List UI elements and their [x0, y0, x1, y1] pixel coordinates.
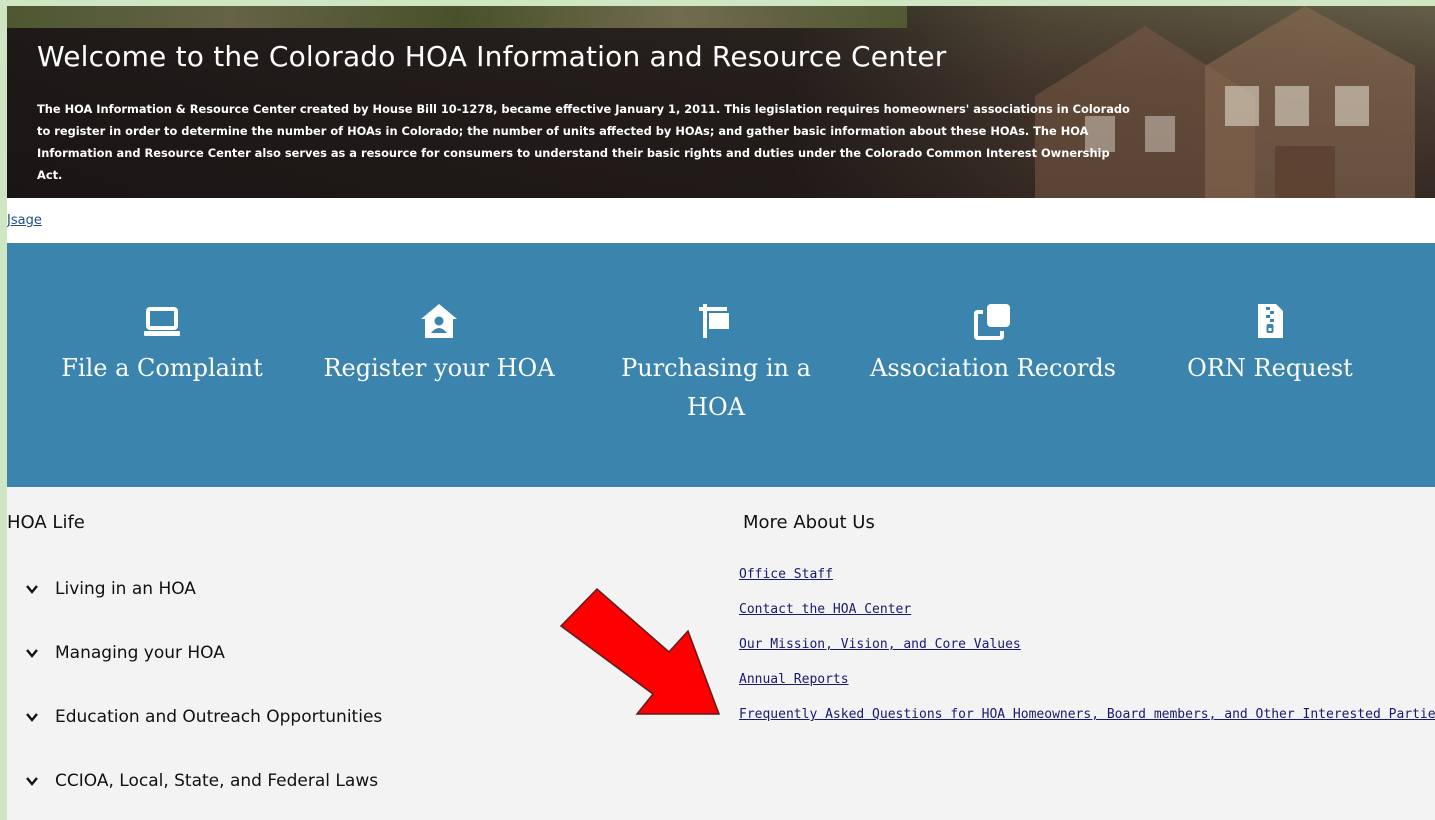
- usage-bar: [7, 198, 1435, 243]
- link-contact-hoa-center[interactable]: Contact the HOA Center: [739, 602, 911, 617]
- accordion-label: Living in an HOA: [55, 579, 196, 599]
- chevron-down-icon: [26, 713, 38, 722]
- laptop-icon: [144, 307, 180, 336]
- page-title: Welcome to the Colorado HOA Information …: [37, 40, 947, 73]
- tile-label: Register your HOA: [323, 354, 555, 382]
- home-user-icon: [421, 304, 457, 338]
- hoa-life-heading: HOA Life: [7, 512, 85, 533]
- sign-post-icon: [699, 304, 729, 338]
- tile-label: File a Complaint: [61, 354, 263, 382]
- chevron-down-icon: [26, 777, 38, 786]
- hero-trees-backdrop: [7, 6, 907, 28]
- tile-label: ORN Request: [1187, 354, 1353, 382]
- chevron-down-icon: [26, 585, 38, 594]
- tile-association-records[interactable]: Association Records: [868, 301, 1118, 388]
- red-arrow-annotation: [559, 587, 721, 715]
- accordion-label: Education and Outreach Opportunities: [55, 707, 383, 727]
- accordion-living-in-hoa[interactable]: Living in an HOA: [25, 579, 196, 599]
- more-about-heading: More About Us: [743, 512, 875, 533]
- link-office-staff[interactable]: Office Staff: [739, 567, 833, 582]
- accordion-label: CCIOA, Local, State, and Federal Laws: [55, 771, 379, 791]
- tile-label: Purchasing in a HOA: [621, 354, 811, 421]
- zip-file-icon: [1258, 304, 1283, 338]
- accordion-label: Managing your HOA: [55, 643, 225, 663]
- tile-orn-request[interactable]: ORN Request: [1145, 301, 1395, 388]
- accordion-education-outreach[interactable]: Education and Outreach Opportunities: [25, 707, 382, 727]
- accordion-managing-hoa[interactable]: Managing your HOA: [25, 643, 225, 663]
- link-mission-vision[interactable]: Our Mission, Vision, and Core Values: [739, 637, 1021, 652]
- tile-file-complaint[interactable]: File a Complaint: [37, 301, 287, 388]
- page: Welcome to the Colorado HOA Information …: [7, 6, 1435, 820]
- usage-link[interactable]: Jsage: [7, 213, 42, 228]
- accordion-laws[interactable]: CCIOA, Local, State, and Federal Laws: [25, 771, 378, 791]
- tile-register-hoa[interactable]: Register your HOA: [314, 301, 564, 388]
- quick-links-band: File a Complaint Register your HOA Purch…: [7, 243, 1435, 487]
- copy-icon: [974, 304, 1010, 340]
- link-annual-reports[interactable]: Annual Reports: [739, 672, 849, 687]
- hero-banner: Welcome to the Colorado HOA Information …: [7, 6, 1435, 198]
- hero-description: The HOA Information & Resource Center cr…: [37, 102, 1130, 182]
- tile-label: Association Records: [869, 354, 1116, 382]
- chevron-down-icon: [26, 649, 38, 658]
- tile-purchasing-hoa[interactable]: Purchasing in a HOA: [591, 301, 841, 427]
- link-faq[interactable]: Frequently Asked Questions for HOA Homeo…: [739, 707, 1435, 722]
